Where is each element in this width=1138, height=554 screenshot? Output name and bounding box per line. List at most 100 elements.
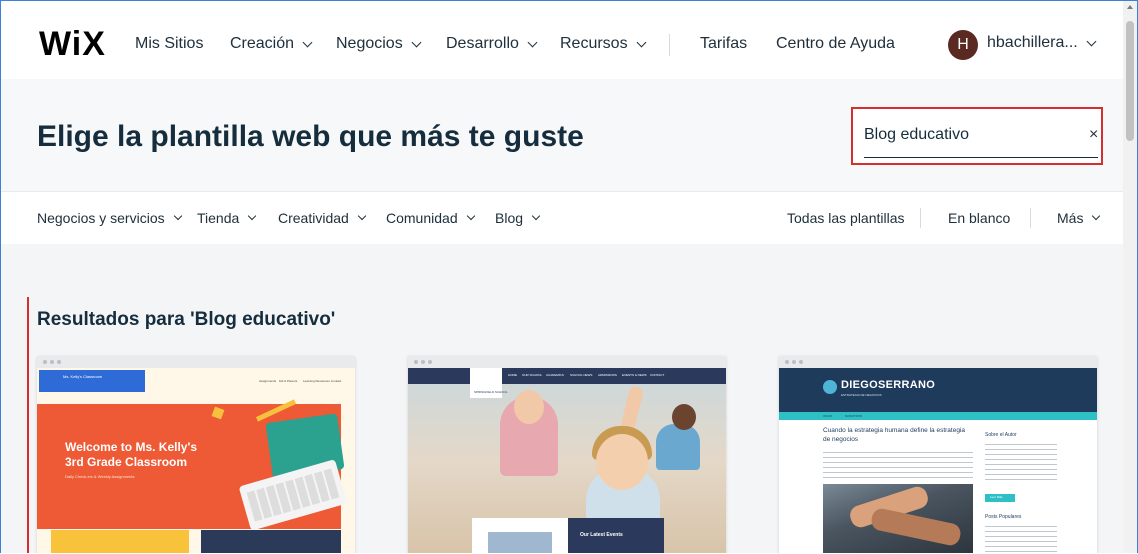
blank-label: En blanco bbox=[948, 210, 1011, 226]
read-more-label: Leer Más bbox=[990, 495, 1003, 499]
nav-mis-sitios[interactable]: Mis Sitios bbox=[135, 34, 203, 54]
template-search: × bbox=[851, 107, 1103, 165]
scrollbar-thumb[interactable] bbox=[1126, 21, 1134, 141]
nav-label: Desarrollo bbox=[446, 35, 519, 52]
template-tile bbox=[201, 530, 341, 553]
more-categories[interactable]: Más bbox=[1057, 209, 1101, 227]
category-comunidad[interactable]: Comunidad bbox=[386, 209, 475, 227]
template-nav bbox=[408, 368, 726, 384]
clear-icon[interactable]: × bbox=[1089, 127, 1098, 143]
student-figure bbox=[514, 390, 544, 424]
post-text-lines bbox=[823, 452, 973, 480]
student-figure bbox=[672, 404, 696, 430]
top-navigation: WiX Mis Sitios Creación Negocios Desarro… bbox=[1, 1, 1123, 79]
nav-label: Creación bbox=[230, 35, 295, 52]
template-tile bbox=[51, 530, 189, 553]
nav-centro-ayuda[interactable]: Centro de Ayuda bbox=[776, 34, 895, 54]
nav-divider bbox=[669, 34, 670, 56]
nav-label: Centro de Ayuda bbox=[776, 35, 895, 52]
template-card-business-blog[interactable]: DIEGOSERRANO ESTRATEGIA DE NEGOCIOS INIC… bbox=[779, 356, 1097, 553]
template-menu-item: OUR SCHOOL bbox=[522, 373, 543, 377]
nav-creacion[interactable]: Creación bbox=[230, 34, 313, 54]
template-card-school[interactable]: HOME OUR SCHOOL ACADEMICS SCHOOL NEWS AD… bbox=[408, 356, 726, 553]
wix-logo[interactable]: WiX bbox=[39, 25, 106, 63]
chevron-down-icon bbox=[1086, 36, 1097, 46]
template-thumbnail bbox=[488, 532, 552, 553]
blank-templates-link[interactable]: En blanco bbox=[948, 209, 1010, 227]
category-negocios-servicios[interactable]: Negocios y servicios bbox=[37, 209, 182, 227]
window-dots-icon bbox=[43, 360, 61, 364]
template-menu-item: ACADEMICS bbox=[546, 373, 564, 377]
chevron-down-icon bbox=[466, 211, 475, 221]
student-figure bbox=[596, 434, 648, 490]
template-menu-item: INICIO bbox=[823, 414, 833, 418]
chevron-down-icon bbox=[1092, 211, 1101, 221]
post-title: Cuando la estrategia humana define la es… bbox=[823, 427, 966, 443]
events-title: Our Latest Events bbox=[580, 532, 623, 538]
user-name-label: hbachillera... bbox=[987, 34, 1078, 51]
nav-desarrollo[interactable]: Desarrollo bbox=[446, 34, 538, 54]
sidebar-text-lines bbox=[985, 526, 1057, 553]
template-menu-item: SCHOOL NEWS bbox=[570, 373, 593, 377]
all-templates-link[interactable]: Todas las plantillas bbox=[787, 209, 905, 227]
sidebar-text-lines bbox=[985, 444, 1057, 484]
chevron-down-icon bbox=[636, 37, 647, 47]
window-dots-icon bbox=[785, 360, 803, 364]
results-heading: Resultados para 'Blog educativo' bbox=[37, 309, 336, 330]
template-card-classroom[interactable]: Ms. Kelly's Classroom Assignments Kid & … bbox=[37, 356, 355, 553]
brand-tagline: ESTRATEGIA DE NEGOCIOS bbox=[841, 393, 882, 397]
all-templates-label: Todas las plantillas bbox=[787, 210, 905, 226]
category-label: Blog bbox=[495, 210, 524, 226]
chevron-down-icon bbox=[357, 211, 367, 221]
nav-negocios[interactable]: Negocios bbox=[336, 34, 422, 54]
brand-name: DIEGOSERRANO bbox=[841, 379, 936, 391]
template-menu-item: EVENTS & NEWS bbox=[622, 373, 647, 377]
card-browser-bar bbox=[37, 356, 355, 368]
category-label: Negocios y servicios bbox=[37, 210, 165, 226]
card-browser-bar bbox=[779, 356, 1097, 368]
chevron-down-icon bbox=[527, 37, 538, 47]
template-logo-text: Ms. Kelly's Classroom bbox=[63, 374, 103, 379]
nav-label: Mis Sitios bbox=[135, 35, 204, 52]
nav-tarifas[interactable]: Tarifas bbox=[700, 34, 747, 54]
browser-frame: WiX Mis Sitios Creación Negocios Desarro… bbox=[0, 0, 1138, 553]
template-menu-item: Learning Resources bbox=[303, 379, 330, 383]
scroll-up-icon[interactable] bbox=[1127, 5, 1133, 9]
template-hero-subtitle: Daily Check-ins & Weekly Assignments bbox=[65, 474, 135, 479]
category-divider bbox=[1030, 208, 1031, 228]
category-creatividad[interactable]: Creatividad bbox=[278, 209, 367, 227]
category-tienda[interactable]: Tienda bbox=[197, 209, 257, 227]
chevron-down-icon bbox=[173, 211, 182, 221]
category-divider bbox=[920, 208, 921, 228]
brand-logo-icon bbox=[823, 380, 837, 394]
more-label: Más bbox=[1057, 210, 1084, 226]
nav-label: Tarifas bbox=[700, 35, 748, 52]
template-menu-item: Contact bbox=[331, 379, 342, 383]
template-menu-item: Kid & Parents bbox=[279, 379, 298, 383]
user-menu[interactable]: hbachillera... bbox=[987, 34, 1097, 52]
template-menu-item: ADMISSIONS bbox=[598, 373, 617, 377]
template-menu-item: HOME bbox=[508, 373, 517, 377]
chevron-down-icon bbox=[531, 211, 541, 221]
student-figure bbox=[656, 424, 700, 470]
category-label: Tienda bbox=[197, 210, 240, 226]
category-label: Comunidad bbox=[386, 210, 458, 226]
category-label: Creatividad bbox=[278, 210, 349, 226]
results-accent-rule bbox=[27, 297, 29, 553]
nav-label: Recursos bbox=[560, 35, 628, 52]
sidebar-heading: Posts Populares bbox=[985, 514, 1022, 520]
search-input[interactable] bbox=[864, 123, 1064, 147]
nav-label: Negocios bbox=[336, 35, 403, 52]
nav-recursos[interactable]: Recursos bbox=[560, 34, 647, 54]
chevron-down-icon bbox=[302, 37, 313, 47]
window-dots-icon bbox=[414, 360, 432, 364]
chevron-down-icon bbox=[411, 37, 422, 47]
sidebar-heading: Sobre el Autor bbox=[985, 432, 1017, 438]
avatar[interactable]: H bbox=[948, 30, 978, 60]
category-blog[interactable]: Blog bbox=[495, 209, 541, 227]
page-title: Elige la plantilla web que más te guste bbox=[37, 120, 584, 153]
template-menu-item: NOSOTROS bbox=[845, 414, 863, 418]
template-hero-title: Welcome to Ms. Kelly's 3rd Grade Classro… bbox=[65, 440, 198, 469]
card-browser-bar bbox=[408, 356, 726, 368]
search-underline bbox=[864, 157, 1098, 158]
